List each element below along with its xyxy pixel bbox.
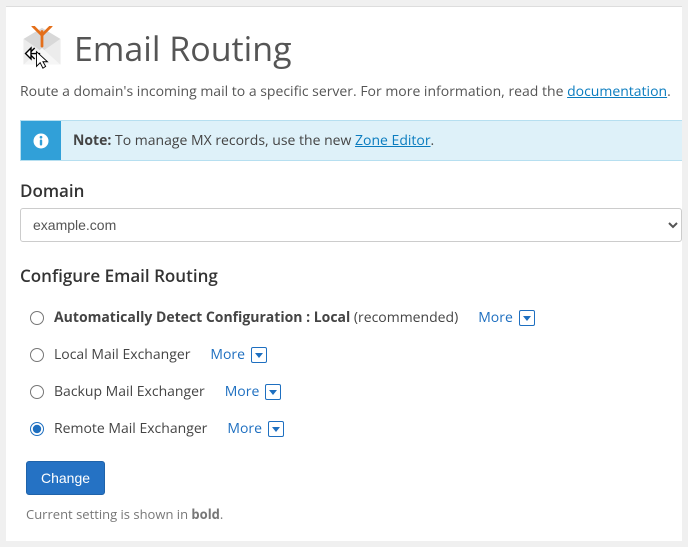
routing-options: Automatically Detect Configuration : Loc… bbox=[30, 299, 682, 447]
page-header: Email Routing bbox=[20, 25, 682, 71]
intro-text: Route a domain's incoming mail to a spec… bbox=[20, 81, 682, 102]
footnote-bold: bold bbox=[191, 505, 219, 523]
more-label: More bbox=[227, 419, 262, 438]
configure-label: Configure Email Routing bbox=[20, 264, 682, 287]
footnote-prefix: Current setting is shown in bbox=[26, 505, 191, 523]
routing-option-row: Backup Mail Exchanger More bbox=[30, 373, 682, 410]
routing-radio[interactable] bbox=[30, 311, 44, 325]
page-container: Email Routing Route a domain's incoming … bbox=[6, 6, 682, 541]
content: Email Routing Route a domain's incoming … bbox=[6, 25, 682, 523]
routing-option-row: Automatically Detect Configuration : Loc… bbox=[30, 299, 682, 336]
info-alert: Note: To manage MX records, use the new … bbox=[20, 120, 682, 161]
chevron-down-icon bbox=[268, 421, 284, 437]
domain-label: Domain bbox=[20, 179, 682, 202]
footnote: Current setting is shown in bold. bbox=[26, 505, 682, 523]
documentation-link[interactable]: documentation bbox=[567, 82, 667, 101]
change-button[interactable]: Change bbox=[26, 461, 105, 495]
more-label: More bbox=[210, 345, 245, 364]
alert-before-link: To manage MX records, use the new bbox=[111, 131, 355, 150]
zone-editor-link[interactable]: Zone Editor bbox=[355, 131, 431, 150]
intro-prefix: Route a domain's incoming mail to a spec… bbox=[20, 82, 567, 101]
routing-option-label: Remote Mail Exchanger bbox=[54, 419, 207, 438]
routing-radio[interactable] bbox=[30, 348, 44, 362]
chevron-down-icon bbox=[251, 347, 267, 363]
chevron-down-icon bbox=[519, 310, 535, 326]
chevron-down-icon bbox=[265, 384, 281, 400]
routing-option-label: Backup Mail Exchanger bbox=[54, 382, 205, 401]
routing-option-row: Local Mail Exchanger More bbox=[30, 336, 682, 373]
footnote-suffix: . bbox=[220, 505, 223, 523]
more-link[interactable]: More bbox=[478, 308, 535, 327]
page-title: Email Routing bbox=[74, 25, 292, 71]
more-link[interactable]: More bbox=[225, 382, 282, 401]
routing-option-label: Automatically Detect Configuration : Loc… bbox=[54, 308, 458, 327]
info-icon bbox=[21, 121, 61, 160]
intro-suffix: . bbox=[667, 82, 671, 101]
routing-radio[interactable] bbox=[30, 422, 44, 436]
more-label: More bbox=[478, 308, 513, 327]
more-link[interactable]: More bbox=[227, 419, 284, 438]
more-link[interactable]: More bbox=[210, 345, 267, 364]
routing-radio[interactable] bbox=[30, 385, 44, 399]
more-label: More bbox=[225, 382, 260, 401]
alert-text: Note: To manage MX records, use the new … bbox=[61, 121, 446, 160]
domain-select-wrap: example.com bbox=[20, 208, 682, 242]
routing-option-label: Local Mail Exchanger bbox=[54, 345, 190, 364]
routing-option-row: Remote Mail Exchanger More bbox=[30, 410, 682, 447]
email-routing-icon bbox=[20, 26, 64, 70]
note-label: Note: bbox=[73, 131, 111, 150]
domain-select[interactable]: example.com bbox=[20, 208, 682, 242]
alert-after-link: . bbox=[431, 131, 435, 150]
